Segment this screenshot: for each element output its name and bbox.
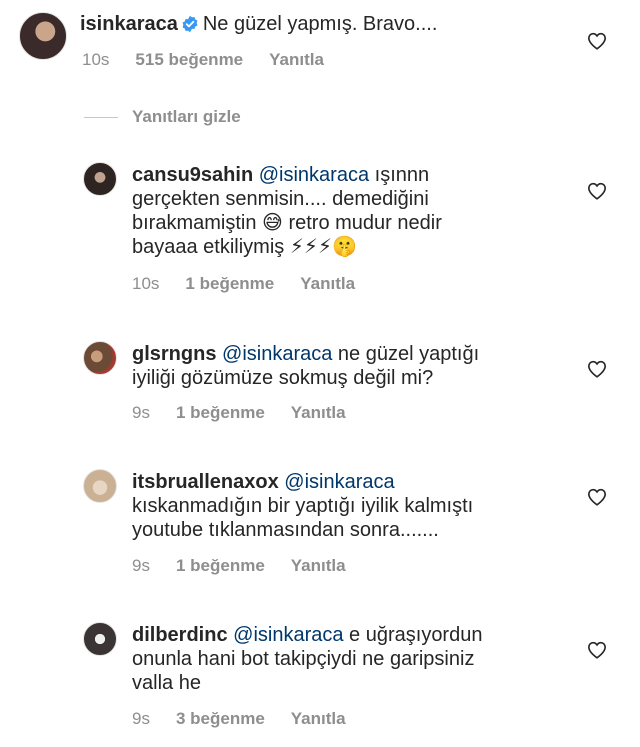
emoji: ⚡⚡⚡🤫 [289, 236, 357, 258]
reply-button[interactable]: Yanıtla [269, 50, 324, 69]
comment-text: bırakmamiştin [132, 212, 257, 234]
avatar[interactable] [83, 469, 117, 503]
emoji: 😅 [262, 212, 283, 234]
comment-meta: 10s 1 beğenme Yanıtla [132, 274, 381, 294]
avatar[interactable] [83, 162, 117, 196]
comment-text: ne güzel yaptığı [337, 343, 480, 365]
heart-outline-icon[interactable] [587, 182, 607, 200]
avatar[interactable] [19, 12, 67, 60]
mention-link[interactable]: @isinkaraca [233, 624, 343, 646]
comment-text: ışınnn [374, 164, 430, 186]
heart-outline-icon[interactable] [587, 488, 607, 506]
comment-text: youtube tıklanmasından sonra....... [132, 519, 439, 541]
username[interactable]: itsbruallenaxox [132, 471, 279, 493]
comment-body: isinkaraca Ne güzel yapmış. Bravo.... [80, 12, 437, 36]
reply-button[interactable]: Yanıtla [300, 274, 355, 293]
divider [84, 116, 118, 118]
timestamp: 9s [132, 709, 150, 728]
heart-outline-icon[interactable] [587, 360, 607, 378]
likes-count[interactable]: 515 beğenme [135, 50, 243, 69]
comment-text: Ne güzel yapmış. Bravo.... [202, 13, 438, 35]
timestamp: 10s [82, 50, 110, 69]
likes-count[interactable]: 1 beğenme [185, 274, 274, 293]
reply-button[interactable]: Yanıtla [291, 556, 346, 575]
likes-count[interactable]: 1 beğenme [176, 403, 265, 422]
heart-outline-icon[interactable] [587, 641, 607, 659]
avatar[interactable] [83, 341, 117, 375]
comment-text: iyiliği gözümüze sokmuş değil mi? [132, 367, 434, 389]
username[interactable]: glsrngns [132, 343, 216, 365]
likes-count[interactable]: 3 beğenme [176, 709, 265, 728]
timestamp: 9s [132, 556, 150, 575]
username[interactable]: isinkaraca [80, 13, 178, 35]
mention-link[interactable]: @isinkaraca [284, 471, 394, 493]
mention-link[interactable]: @isinkaraca [259, 164, 369, 186]
username[interactable]: cansu9sahin [132, 164, 253, 186]
comment-text: bayaaa etkiliymiş [132, 236, 285, 258]
hide-replies-button[interactable]: Yanıtları gizle [84, 105, 241, 129]
reply-button[interactable]: Yanıtla [291, 709, 346, 728]
comment-text: onunla hani bot takipçiydi ne garipsiniz [132, 648, 475, 670]
comment-body: glsrngns @isinkaraca ne güzel yaptığı iy… [132, 342, 602, 390]
comment-meta: 10s 515 beğenme Yanıtla [82, 50, 350, 70]
timestamp: 10s [132, 274, 160, 293]
comment-meta: 9s 3 beğenme Yanıtla [132, 709, 372, 729]
mention-link[interactable]: @isinkaraca [222, 343, 332, 365]
username[interactable]: dilberdinc [132, 624, 228, 646]
reply-button[interactable]: Yanıtla [291, 403, 346, 422]
timestamp: 9s [132, 403, 150, 422]
comment-text: e uğraşıyordun [349, 624, 483, 646]
comment-meta: 9s 1 beğenme Yanıtla [132, 403, 372, 423]
comment-text: retro mudur nedir [288, 212, 442, 234]
comment-body: dilberdinc @isinkaraca e uğraşıyordun on… [132, 623, 602, 695]
verified-badge-icon [182, 15, 198, 33]
hide-replies-label: Yanıtları gizle [132, 107, 241, 126]
comment-text: kıskanmadığın bir yaptığı iyilik kalmışt… [132, 495, 474, 517]
comment-text: valla he [132, 672, 201, 694]
comment-meta: 9s 1 beğenme Yanıtla [132, 556, 372, 576]
comment-body: itsbruallenaxox @isinkaraca kıskanmadığı… [132, 470, 602, 542]
comment-body: cansu9sahin @isinkaraca ışınnn gerçekten… [132, 163, 602, 259]
comment-text: gerçekten senmisin.... demediğini [132, 188, 429, 210]
avatar[interactable] [83, 622, 117, 656]
likes-count[interactable]: 1 beğenme [176, 556, 265, 575]
heart-outline-icon[interactable] [587, 32, 607, 50]
